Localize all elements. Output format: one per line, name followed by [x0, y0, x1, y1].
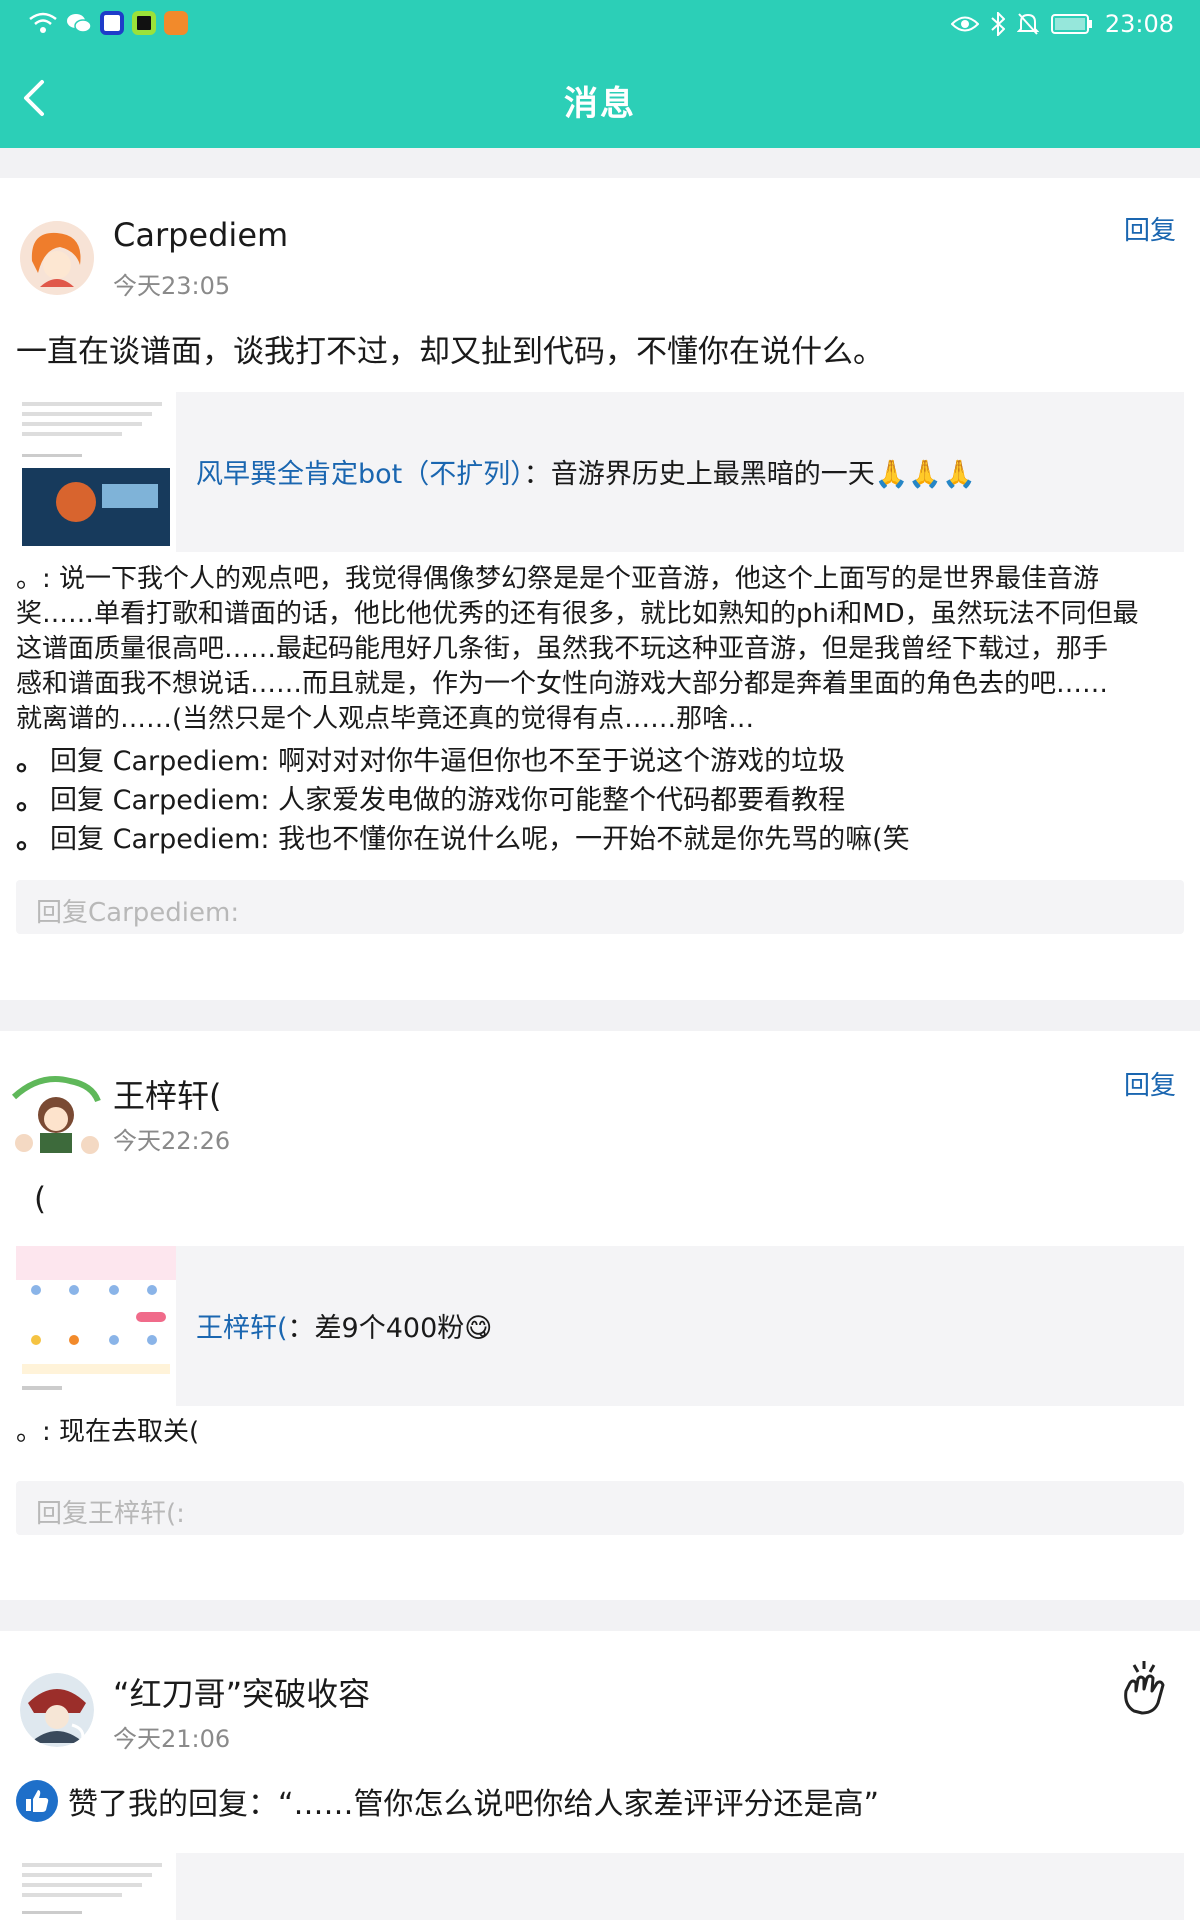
bullet: 。: [16, 744, 45, 777]
reply-item[interactable]: 。回复 Carpediem: 啊对对对你牛逼但你也不至于说这个游戏的垃圾: [16, 739, 845, 779]
message-text: 一直在谈谱面，谈我打不过，却又扯到代码，不懂你在说什么。: [16, 334, 884, 370]
app-badge-3: [164, 11, 188, 35]
message-text: (: [34, 1181, 47, 1217]
reply-prefix: 回复: [50, 824, 105, 855]
comment-line: 。: 现在去取关(: [16, 1417, 200, 1447]
battery-icon: [1050, 14, 1092, 34]
message-card: 王梓轩( 今天22:26 回复 ( 王梓轩(：差9个400粉😋 。: 现在去取关…: [0, 1031, 1200, 1600]
timestamp: 今天22:26: [113, 1127, 231, 1155]
quoted-post[interactable]: 王梓轩(：差9个400粉😋: [16, 1246, 1184, 1406]
wechat-icon: [67, 14, 92, 33]
reply-target: Carpediem: [112, 746, 261, 777]
eye-icon: [950, 16, 979, 32]
bluetooth-icon: [991, 12, 1005, 36]
top-bar: 23:08 消息: [0, 0, 1200, 148]
username[interactable]: “红刀哥”突破收容: [113, 1669, 370, 1715]
quoted-author[interactable]: 风早巽全肯定bot（不扩列）: [196, 459, 524, 490]
quoted-post[interactable]: [16, 1853, 1184, 1920]
timestamp: 今天21:06: [113, 1725, 231, 1753]
reply-target: Carpediem: [112, 785, 261, 816]
status-bar: 23:08: [0, 0, 1200, 50]
avatar[interactable]: [10, 1067, 104, 1161]
username[interactable]: Carpediem: [113, 216, 288, 254]
reply-text: : 人家爱发电做的游戏你可能整个代码都要看教程: [260, 785, 846, 816]
reply-prefix: 回复: [50, 746, 105, 777]
timestamp: 今天23:05: [113, 272, 231, 300]
mute-icon: [1016, 13, 1039, 35]
comment-line: 。: 说一下我个人的观点吧，我觉得偶像梦幻祭是是个亚音游，他这个上面写的是世界最…: [16, 564, 1100, 594]
like-text: 赞了我的回复：“……管你怎么说吧你给人家差评评分还是高”: [68, 1787, 880, 1822]
message-card: Carpediem 今天23:05 回复 一直在谈谱面，谈我打不过，却又扯到代码…: [0, 178, 1200, 1000]
page-title: 消息: [564, 84, 636, 124]
reply-prefix: 回复: [50, 785, 105, 816]
comment-body: 。: 说一下我个人的观点吧，我觉得偶像梦幻祭是是个亚音游，他这个上面写的是世界最…: [16, 562, 1186, 737]
username[interactable]: 王梓轩(: [113, 1071, 222, 1117]
bullet: 。: [16, 822, 45, 855]
status-left: [28, 11, 188, 35]
app-badge-2: [132, 11, 156, 35]
reply-item[interactable]: 。回复 Carpediem: 人家爱发电做的游戏你可能整个代码都要看教程: [16, 778, 845, 818]
wifi-icon: [29, 12, 57, 33]
quoted-post-text: 王梓轩(：差9个400粉😋: [196, 1306, 492, 1345]
comment-line: 感和谱面我不想说话……而且就是，作为一个女性向游戏大部分都是奔着里面的角色去的吧…: [16, 669, 1109, 699]
nav-bar: 消息: [0, 50, 1200, 148]
bullet: 。: [16, 783, 45, 816]
reply-text: : 我也不懂你在说什么呢，一开始不就是你先骂的嘛(笑: [260, 824, 910, 855]
like-notice: 赞了我的回复：“……管你怎么说吧你给人家差评评分还是高”: [16, 1779, 879, 1823]
comment-line: 就离谱的……(当然只是个人观点毕竟还真的觉得有点……那啥…: [16, 704, 755, 734]
comment-line: 奖……单看打歌和谱面的话，他比他优秀的还有很多，就比如熟知的phi和MD，虽然玩…: [16, 599, 1139, 629]
wave-hand-icon[interactable]: [1120, 1661, 1170, 1715]
quoted-content: 差9个400粉😋: [314, 1313, 493, 1344]
status-right: 23:08: [950, 10, 1174, 38]
status-time: 23:08: [1104, 10, 1174, 38]
comment-line: 这谱面质量很高吧……最起码能甩好几条街，虽然我不玩这种亚音游，但是我曾经下载过，…: [16, 634, 1109, 664]
avatar[interactable]: [20, 1673, 94, 1747]
app-badge-1: [100, 11, 124, 35]
comment-body: 。: 现在去取关(: [16, 1415, 1186, 1450]
reply-button[interactable]: 回复: [1124, 210, 1176, 247]
quote-separator: ：: [287, 1313, 315, 1344]
quoted-post-thumbnail: [16, 1853, 176, 1920]
quoted-post-thumbnail: [16, 392, 176, 552]
quoted-post-thumbnail: [16, 1246, 176, 1406]
reply-item[interactable]: 。回复 Carpediem: 我也不懂你在说什么呢，一开始不就是你先骂的嘛(笑: [16, 817, 910, 857]
reply-input[interactable]: 回复王梓轩(:: [16, 1481, 1184, 1535]
reply-button[interactable]: 回复: [1124, 1065, 1176, 1102]
quoted-post-text: 风早巽全肯定bot（不扩列）：音游界历史上最黑暗的一天🙏🙏🙏: [196, 452, 976, 491]
quote-separator: ：: [523, 459, 551, 490]
avatar[interactable]: [20, 221, 94, 295]
message-card: “红刀哥”突破收容 今天21:06 赞了我的回复：“……管你怎么说吧你给人家差评…: [0, 1631, 1200, 1920]
quoted-post[interactable]: 风早巽全肯定bot（不扩列）：音游界历史上最黑暗的一天🙏🙏🙏: [16, 392, 1184, 552]
quoted-content: 音游界历史上最黑暗的一天🙏🙏🙏: [550, 459, 976, 490]
reply-input[interactable]: 回复Carpediem:: [16, 880, 1184, 934]
reply-text: : 啊对对对你牛逼但你也不至于说这个游戏的垃圾: [260, 746, 846, 777]
thumbs-up-icon: [16, 1780, 58, 1822]
quoted-author[interactable]: 王梓轩(: [196, 1313, 288, 1344]
reply-target: Carpediem: [112, 824, 261, 855]
